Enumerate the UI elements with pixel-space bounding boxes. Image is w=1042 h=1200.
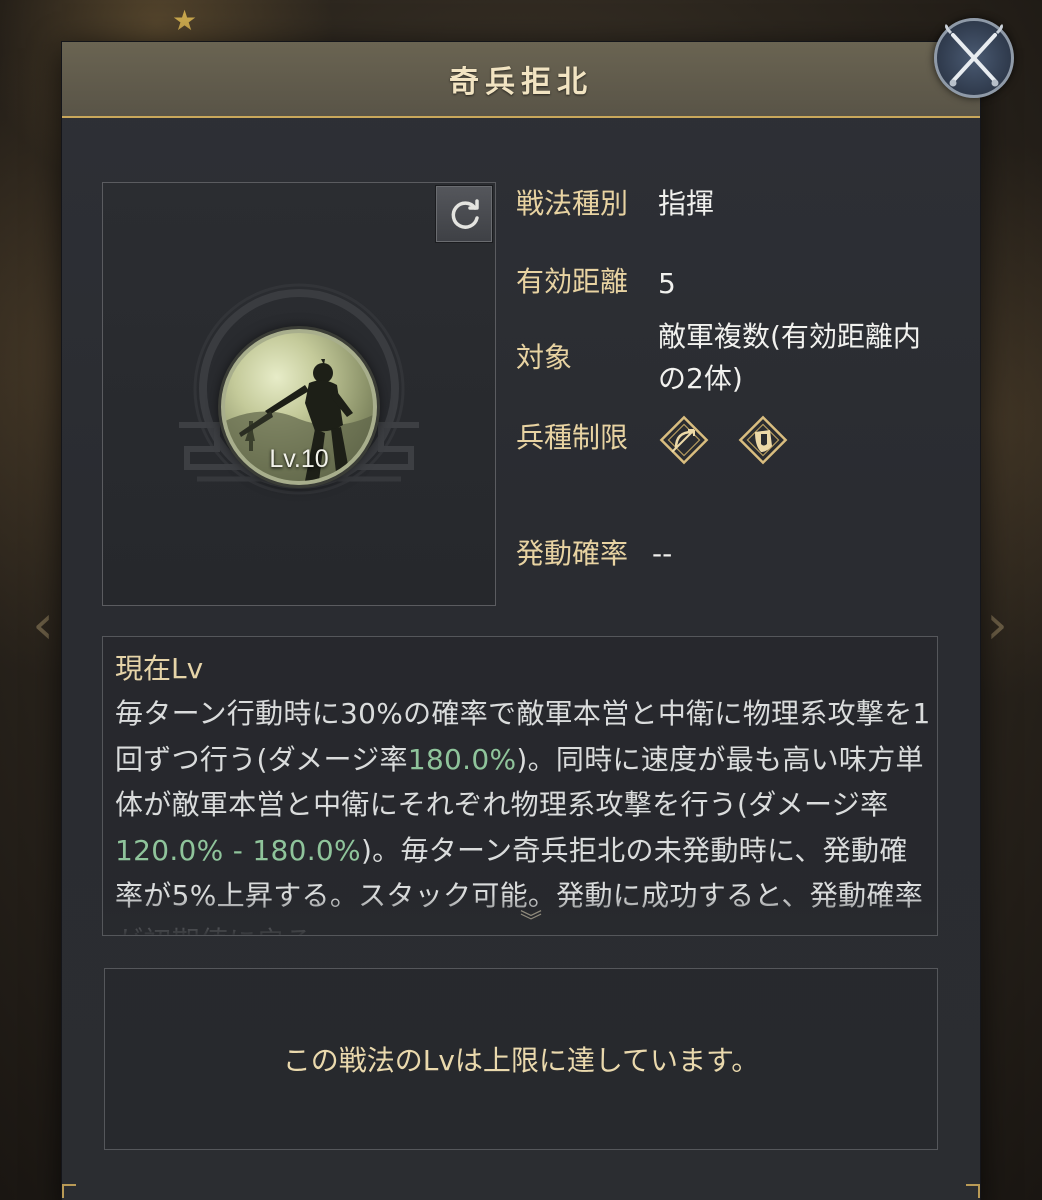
refresh-icon [451, 199, 479, 229]
info-value: 指揮 [658, 187, 715, 220]
max-level-panel: この戦法のLvは上限に達しています。 [104, 968, 938, 1150]
info-row-troop-limit: 兵種制限 [516, 414, 956, 466]
title-bar: 奇兵拒北 [62, 42, 980, 118]
shield-icon[interactable] [737, 414, 789, 466]
damage-rate-value: 180.0% [407, 742, 517, 776]
info-label: 対象 [516, 341, 573, 374]
refresh-button[interactable] [435, 185, 493, 243]
info-value: 5 [658, 267, 676, 300]
troop-icons [658, 414, 807, 466]
info-label: 兵種制限 [516, 421, 629, 454]
dialog-title: 奇兵拒北 [449, 65, 593, 100]
chevron-down-icon[interactable]: ︾ [511, 911, 551, 935]
description-heading: 現在Lv [115, 652, 204, 685]
skill-level-label: Lv.10 [269, 445, 329, 473]
skill-detail-dialog: 奇兵拒北 Lv.10 戦法種別 指揮 有効距離 5 対象 敵軍複数(有効距離内の… [62, 42, 980, 1200]
max-level-message: この戦法のLvは上限に達しています。 [282, 1044, 760, 1077]
info-row-trigger-rate: 発動確率 -- [516, 534, 956, 574]
skill-portrait-panel: Lv.10 [102, 182, 496, 606]
chevron-right-icon[interactable]: › [982, 590, 1012, 660]
info-row-range: 有効距離 5 [516, 262, 956, 304]
corner-ornament [62, 1184, 76, 1198]
star-icon: ★ [172, 4, 198, 37]
close-button[interactable] [934, 18, 1014, 98]
info-value: 敵軍複数(有効距離内の2体) [658, 320, 921, 395]
chevron-left-icon[interactable]: ‹ [28, 590, 58, 660]
info-value: -- [652, 537, 673, 570]
crossed-swords-icon [945, 23, 1003, 87]
info-label: 戦法種別 [516, 187, 629, 220]
info-label: 発動確率 [516, 537, 629, 570]
description-panel[interactable]: 現在Lv 毎ターン行動時に30%の確率で敵軍本営と中衛に物理系攻撃を1回ずつ行う… [102, 636, 938, 936]
corner-ornament [966, 1184, 980, 1198]
info-label: 有効距離 [516, 265, 629, 298]
info-row-type: 戦法種別 指揮 [516, 184, 956, 224]
info-row-target: 対象 敵軍複数(有効距離内の2体) [516, 316, 956, 400]
bow-icon[interactable] [658, 414, 710, 466]
skill-icon: Lv.10 [221, 329, 377, 485]
damage-rate-range: 120.0% - 180.0% [115, 833, 361, 867]
